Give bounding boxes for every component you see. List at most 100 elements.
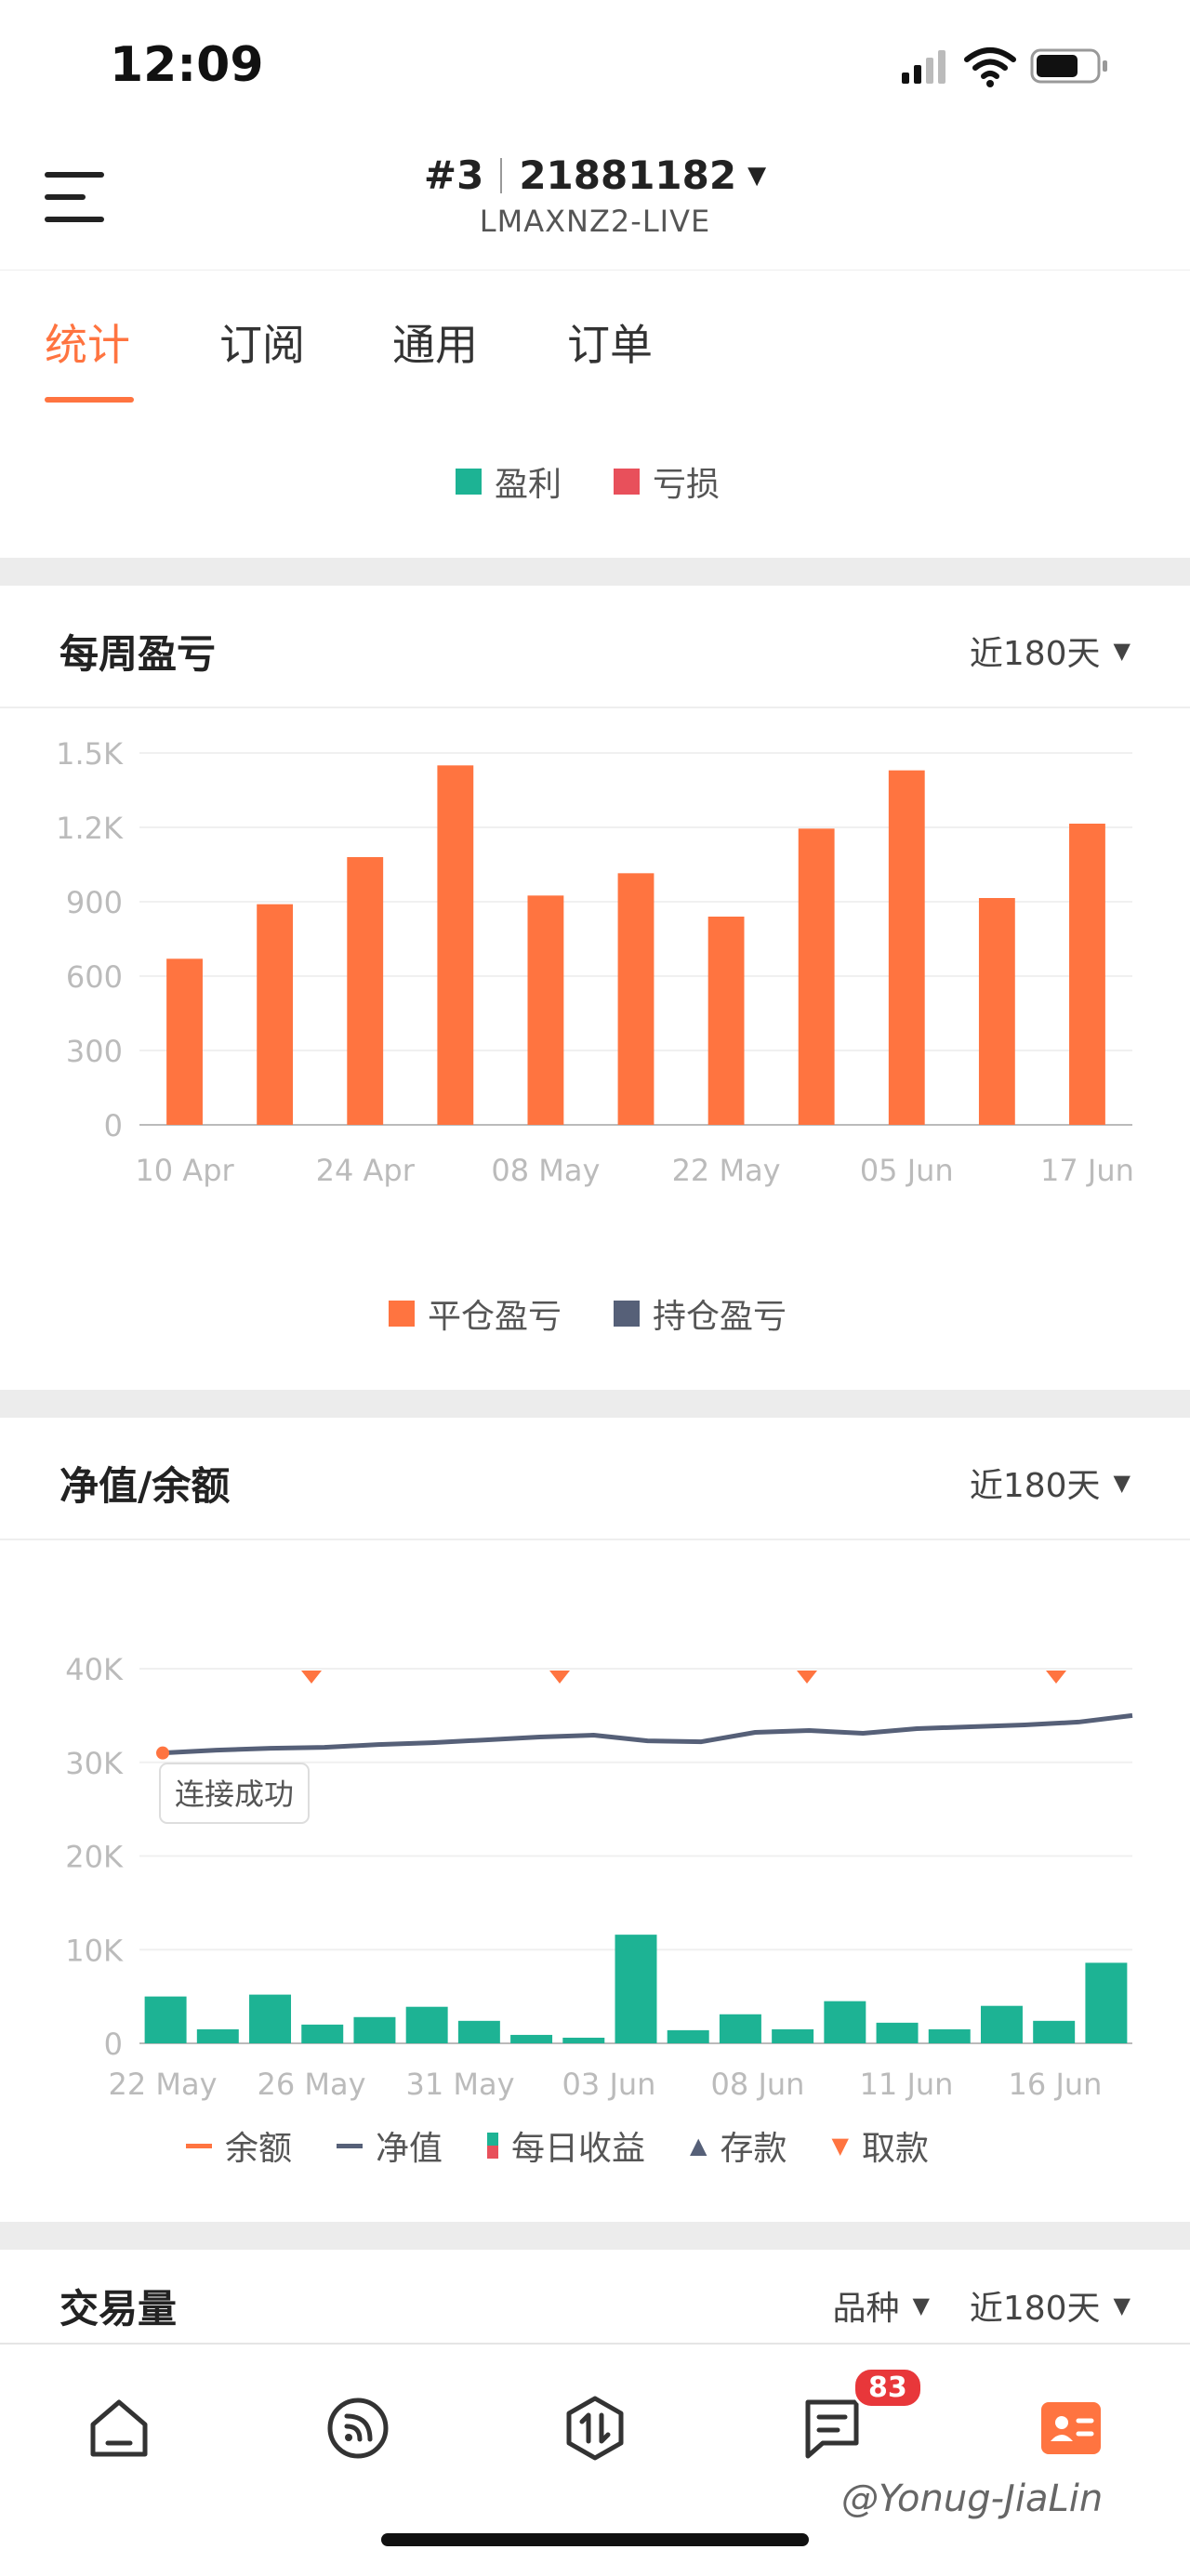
range-selector[interactable]: 近180天 ▼ [970, 1459, 1130, 1507]
daily-return-swatch [487, 2133, 499, 2159]
deposit-triangle-icon: ▲ [690, 2133, 707, 2159]
equity-legend: 余额 净值 每日收益 ▲ 存款 ▼ 取款 [186, 2121, 929, 2170]
app-header: #3 21881182 ▼ LMAXNZ2-LIVE [0, 130, 1190, 270]
daily-return-bar [1085, 1962, 1128, 2043]
withdraw-marker [549, 1671, 570, 1684]
legend-deposit[interactable]: ▲ 存款 [690, 2121, 787, 2170]
tab-bar: 统计 订阅 通用 订单 [0, 270, 1190, 412]
x-tick-label: 05 Jun [860, 1153, 954, 1188]
legend-daily-label: 每日收益 [511, 2130, 646, 2168]
nav-signals[interactable] [321, 2391, 395, 2465]
daily-return-bar [772, 2028, 814, 2043]
bar [888, 770, 925, 1125]
daily-return-bar [980, 2005, 1023, 2043]
card-title: 每周盈亏 [60, 631, 217, 677]
daily-return-bar [719, 2014, 761, 2043]
daily-return-bar [405, 2006, 448, 2043]
symbol-filter[interactable]: 品种 ▼ [833, 2281, 930, 2330]
nav-home[interactable] [82, 2391, 156, 2465]
daily-return-bar [824, 2001, 866, 2043]
nav-profile[interactable] [1034, 2391, 1108, 2465]
legend-balance[interactable]: 余额 [186, 2121, 292, 2170]
range-label: 近180天 [969, 1467, 1101, 1505]
system-icons [902, 45, 1116, 95]
daily-return-bar [667, 2029, 709, 2043]
tab-general[interactable]: 通用 [392, 311, 478, 373]
status-bar: 12:09 [0, 0, 1190, 130]
bar [798, 828, 835, 1125]
bar [347, 857, 384, 1125]
x-tick-label: 03 Jun [562, 2067, 656, 2102]
feed-icon [327, 2398, 389, 2459]
tab-orders[interactable]: 订单 [567, 311, 653, 373]
bar [166, 958, 203, 1125]
y-tick-label: 300 [66, 1034, 123, 1069]
bar [527, 895, 564, 1125]
status-time: 12:09 [110, 37, 264, 93]
account-selector[interactable]: #3 21881182 ▼ LMAXNZ2-LIVE [0, 152, 1190, 239]
message-count-badge: 83 [853, 2367, 923, 2409]
nav-trade[interactable] [558, 2391, 632, 2465]
home-indicator [381, 2533, 809, 2546]
daily-return-bar [1033, 2020, 1076, 2043]
daily-return-bar [928, 2028, 971, 2043]
legend-open-pl[interactable]: 持仓盈亏 [614, 1289, 787, 1338]
dropdown-caret-icon: ▼ [747, 161, 767, 190]
profit-loss-legend: 盈利 亏损 [0, 409, 1190, 558]
weekly-legend: 平仓盈亏 持仓盈亏 [389, 1289, 787, 1338]
legend-open-label: 持仓盈亏 [653, 1298, 787, 1336]
daily-return-bar [562, 2037, 605, 2043]
withdraw-marker [797, 1671, 817, 1684]
equity-balance-card: 净值/余额 近180天 ▼ 0 10K 20K 30K 40K 连接成功 22 May 26 … [0, 1418, 1190, 2222]
x-tick-label: 24 Apr [316, 1153, 416, 1188]
equity-chart: 0 10K 20K 30K 40K 连接成功 22 May 26 May 31 May 03 Ju… [65, 1652, 1133, 2102]
daily-return-bar [196, 2028, 239, 2043]
legend-loss-label: 亏损 [653, 466, 721, 504]
equity-line-swatch [337, 2143, 364, 2148]
legend-withdraw[interactable]: ▼ 取款 [832, 2121, 929, 2170]
range-label: 近180天 [969, 2290, 1101, 2328]
daily-return-bar [510, 2034, 553, 2043]
x-tick-label: 16 Jun [1009, 2067, 1103, 2102]
x-tick-label: 31 May [405, 2067, 514, 2102]
tab-subscribe[interactable]: 订阅 [219, 311, 305, 373]
tooltip: 连接成功 [159, 1763, 310, 1824]
y-tick-label: 30K [65, 1746, 124, 1781]
y-tick-label: 40K [65, 1652, 124, 1687]
legend-equity[interactable]: 净值 [337, 2121, 443, 2170]
legend-daily-return[interactable]: 每日收益 [487, 2121, 645, 2170]
daily-return-bar [144, 1996, 187, 2043]
x-tick-label: 08 May [491, 1153, 600, 1188]
closed-pl-swatch [389, 1301, 415, 1327]
range-selector[interactable]: 近180天 ▼ [970, 2281, 1130, 2330]
range-selector[interactable]: 近180天 ▼ [970, 627, 1130, 675]
y-tick-label: 900 [66, 885, 123, 920]
equity-line [162, 1712, 1133, 1756]
legend-deposit-label: 存款 [720, 2130, 787, 2168]
legend-profit[interactable]: 盈利 [456, 457, 562, 506]
daily-return-bar [876, 2022, 919, 2043]
bar [978, 898, 1015, 1125]
loss-swatch [614, 469, 641, 495]
legend-equity-label: 净值 [376, 2130, 443, 2168]
bar [257, 904, 294, 1125]
withdraw-triangle-icon: ▼ [831, 2133, 849, 2159]
server-name: LMAXNZ2-LIVE [479, 204, 711, 239]
account-number: #3 [423, 152, 484, 198]
legend-profit-label: 盈利 [495, 466, 562, 504]
legend-closed-pl[interactable]: 平仓盈亏 [389, 1289, 562, 1338]
trade-icon [566, 2396, 624, 2461]
tab-stats[interactable]: 统计 [45, 311, 130, 373]
y-tick-label: 0 [104, 1108, 123, 1143]
weekly-pl-card: 每周盈亏 近180天 ▼ 0 300 600 900 1.2K 1.5K 10 Apr 24 … [0, 586, 1190, 1390]
x-tick-label: 26 May [257, 2067, 365, 2102]
dropdown-caret-icon: ▼ [1113, 1470, 1130, 1496]
x-tick-label: 22 May [672, 1153, 781, 1188]
y-tick-label: 1.2K [56, 811, 124, 846]
x-tick-label: 10 Apr [135, 1153, 234, 1188]
x-tick-label: 11 Jun [860, 2067, 954, 2102]
active-tab-indicator [45, 397, 134, 403]
dropdown-caret-icon: ▼ [912, 2292, 930, 2318]
legend-loss[interactable]: 亏损 [614, 457, 720, 506]
y-tick-label: 20K [65, 1840, 124, 1875]
